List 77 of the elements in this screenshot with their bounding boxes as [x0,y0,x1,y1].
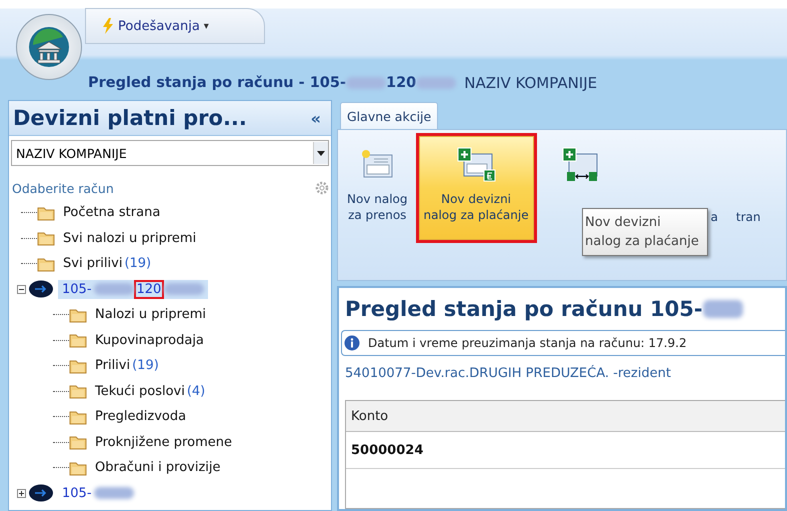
button-label: Nov nalog [347,191,408,207]
item-count: (4) [186,384,206,399]
item-count: (19) [124,256,152,272]
redacted-blur [94,487,134,500]
tree-item[interactable]: Nalozi u pripremi [91,305,210,324]
tree-item[interactable]: Svi prilivi(19) [59,254,156,274]
account-icon [28,484,54,502]
folder-icon [69,358,87,374]
expand-icon[interactable] [17,488,26,498]
tree-item[interactable]: Početna strana [59,203,164,222]
tree-item[interactable]: 105- [58,484,138,503]
redacted-blur [346,77,386,89]
tree-item[interactable]: Svi nalozi u pripremi [59,228,200,248]
ribbon-button[interactable]: Nov devizni nalog za plaćanje [418,136,534,240]
company-dropdown[interactable]: NAZIV KOMPANIJE [11,140,329,166]
collapse-icon[interactable] [17,284,26,294]
tree-item-label: Obračuni i provizije [95,460,221,476]
button-label: a [710,209,718,225]
info-icon [344,335,360,351]
account-icon [28,280,54,298]
table-cell: 50000024 [351,442,424,458]
folder-icon [37,204,55,221]
button-label: za prenos [348,207,406,223]
account-number: Pregled stanja po računu - 105- [88,75,346,91]
tree-item[interactable]: Prilivi(19) [91,356,163,376]
account-number: 120 [136,282,162,297]
tree-item-label: Svi nalozi u pripremi [63,230,196,246]
tree-item[interactable]: Obračuni i provizije [91,458,225,478]
redacted-blur [702,300,743,318]
collapse-button[interactable]: « [306,108,325,128]
folder-icon [37,256,55,272]
settings-menu[interactable]: Podešavanja ▾ [85,8,265,44]
tree-item-label: Nalozi u pripremi [95,307,206,322]
tree-item-label: Početna strana [63,205,160,220]
folder-icon [69,306,87,323]
tree-item[interactable]: 105- 120 [58,280,208,299]
button-label: tran [736,209,761,225]
settings-icon [315,181,329,195]
account-number: 105- [62,282,92,297]
ribbon-button[interactable]: Nov nalog za prenos [342,136,412,240]
tree-item[interactable]: Pregledizvoda [91,407,190,426]
tree-item-label: Pregledizvoda [95,409,186,424]
column-header: Konto [351,408,388,424]
ribbon-tab[interactable]: Glavne akcije [340,102,438,129]
section-label: Odaberite račun [12,180,114,196]
account-number: NAZIV KOMPANIJE [464,74,598,92]
account-number: 120 [386,75,416,91]
redacted-blur [416,77,456,89]
tooltip-text: nalog za plaćanje [585,233,699,251]
folder-icon [69,383,87,400]
sidebar-title: Devizni platni pro... [13,106,247,130]
button-label: nalog za plaćanje [424,207,529,223]
info-text: Datum i vreme preuzimanja stanja na računu: 17.9.2 [368,336,687,350]
lightning-icon [102,18,114,34]
dropdown-value: NAZIV KOMPANIJE [16,146,127,160]
tree-item-label: Tekući poslovi [95,384,185,399]
tree-item-label: Kupovinaprodaja [95,332,204,348]
folder-icon [69,434,87,450]
tree-item-label: Proknjižene promene [95,434,232,450]
caret-icon: ▾ [204,20,209,32]
button-label: Nov devizni [441,191,512,207]
tree-item[interactable]: Kupovinaprodaja [91,330,208,350]
folder-icon [69,408,87,425]
account-number: Pregled stanja po računu 105- [345,297,703,321]
account-number: 105- [62,486,92,501]
tree-item-label: Prilivi [95,358,130,374]
tree-item[interactable]: Tekući poslovi(4) [91,382,210,401]
tree-item-label: Svi prilivi [63,256,122,272]
tree-item[interactable]: Proknjižene promene [91,432,236,452]
redacted-blur [164,283,204,296]
tooltip-text: Nov devizni [585,214,662,232]
folder-icon [69,332,87,348]
folder-icon [69,460,87,476]
redacted-blur [94,283,134,296]
folder-icon [37,230,55,246]
item-count: (19) [132,358,159,374]
account-description: 54010077-Dev.rac.DRUGIH PREDUZEĆA. -rezident [345,366,672,383]
